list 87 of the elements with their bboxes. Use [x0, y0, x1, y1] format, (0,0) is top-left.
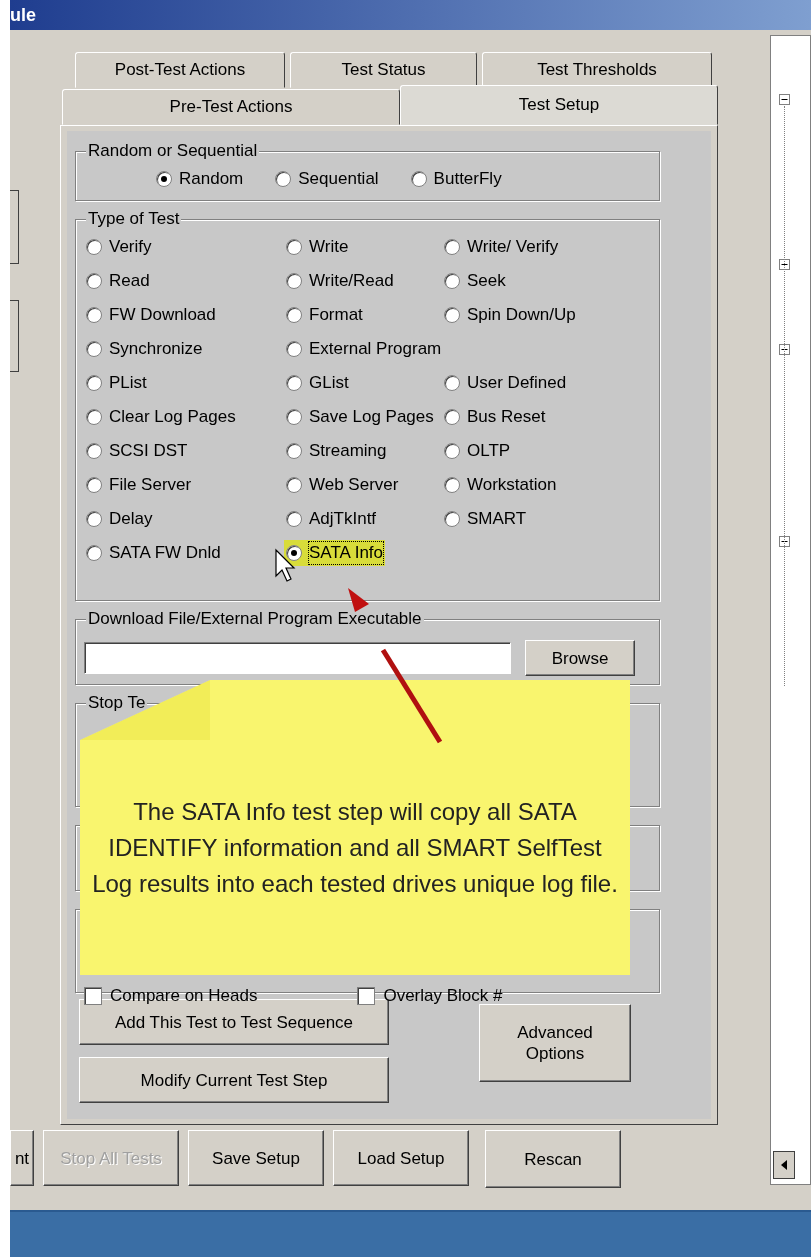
radio-button[interactable]: Synchronize [84, 336, 205, 362]
radio-button[interactable]: SCSI DST [84, 438, 190, 464]
partial-button[interactable] [10, 300, 19, 372]
radio-button[interactable]: OLTP [442, 438, 513, 464]
radio-button[interactable]: FW Download [84, 302, 218, 328]
radio-icon[interactable] [444, 375, 460, 391]
radio-icon[interactable] [156, 171, 172, 187]
radio-button[interactable]: Delay [84, 506, 155, 532]
radio-button[interactable]: Web Server [284, 472, 401, 498]
radio-button[interactable]: Clear Log Pages [84, 404, 238, 430]
radio-icon[interactable] [444, 443, 460, 459]
collapse-icon[interactable] [779, 94, 790, 105]
radio-icon[interactable] [86, 545, 102, 561]
radio-button[interactable]: User Defined [442, 370, 569, 396]
radio-button[interactable]: ButterFly [408, 166, 504, 192]
window-title: ule [10, 4, 36, 26]
radio-button[interactable]: SMART [442, 506, 529, 532]
tab[interactable]: Test Setup [400, 85, 718, 125]
group-title: Random or Sequential [86, 141, 260, 161]
radio-icon[interactable] [86, 409, 102, 425]
toolbar-button[interactable]: nt [10, 1130, 34, 1186]
radio-icon[interactable] [286, 307, 302, 323]
radio-button[interactable]: Write [284, 234, 351, 260]
radio-button[interactable]: Save Log Pages [284, 404, 436, 430]
partial-button[interactable] [10, 190, 19, 264]
collapse-icon[interactable] [779, 259, 790, 270]
radio-icon[interactable] [286, 477, 302, 493]
radio-button[interactable]: SATA FW Dnld [84, 540, 223, 566]
scroll-left-icon[interactable] [773, 1151, 795, 1179]
radio-icon[interactable] [286, 341, 302, 357]
radio-icon[interactable] [86, 477, 102, 493]
tab[interactable]: Test Thresholds [482, 52, 712, 88]
group-title: Download File/External Program Executable [86, 609, 424, 629]
radio-button[interactable]: Write/ Verify [442, 234, 561, 260]
modify-step-button[interactable]: Modify Current Test Step [79, 1057, 389, 1103]
radio-icon[interactable] [86, 511, 102, 527]
radio-button[interactable]: File Server [84, 472, 194, 498]
radio-icon[interactable] [86, 443, 102, 459]
radio-button[interactable]: Sequential [273, 166, 381, 192]
radio-icon[interactable] [286, 239, 302, 255]
radio-icon[interactable] [286, 443, 302, 459]
radio-button[interactable]: Format [284, 302, 365, 328]
advanced-options-button[interactable]: Advanced Options [479, 1004, 631, 1082]
radio-button[interactable]: Random [154, 166, 246, 192]
toolbar-button[interactable]: Save Setup [188, 1130, 324, 1186]
radio-icon[interactable] [444, 307, 460, 323]
radio-icon[interactable] [444, 511, 460, 527]
radio-button[interactable]: Write/Read [284, 268, 396, 294]
toolbar-button[interactable]: Rescan [485, 1130, 621, 1188]
radio-button[interactable]: Seek [442, 268, 508, 294]
collapse-icon[interactable] [779, 344, 790, 355]
file-path-field[interactable] [84, 642, 511, 674]
radio-icon[interactable] [86, 375, 102, 391]
tab[interactable]: Test Status [290, 52, 477, 88]
radio-icon[interactable] [86, 273, 102, 289]
radio-button[interactable]: SATA Info [284, 540, 386, 566]
radio-button[interactable]: Bus Reset [442, 404, 548, 430]
radio-icon[interactable] [286, 511, 302, 527]
radio-icon[interactable] [444, 239, 460, 255]
pointer-icon [275, 548, 296, 582]
radio-icon[interactable] [286, 545, 302, 561]
radio-button[interactable]: AdjTkIntf [284, 506, 379, 532]
radio-icon[interactable] [444, 273, 460, 289]
collapse-icon[interactable] [779, 536, 790, 547]
browse-button[interactable]: Browse [525, 640, 635, 676]
radio-button[interactable]: Read [84, 268, 152, 294]
radio-icon[interactable] [86, 341, 102, 357]
tab[interactable]: Post-Test Actions [75, 52, 285, 88]
radio-button[interactable]: GList [284, 370, 351, 396]
radio-icon[interactable] [286, 409, 302, 425]
radio-icon[interactable] [444, 477, 460, 493]
radio-icon[interactable] [286, 375, 302, 391]
radio-button[interactable]: External Program [284, 336, 444, 362]
radio-icon[interactable] [275, 171, 292, 187]
radio-button[interactable]: Verify [84, 234, 154, 260]
radio-button[interactable]: Streaming [284, 438, 389, 464]
radio-icon[interactable] [86, 239, 102, 255]
toolbar-button[interactable]: Load Setup [333, 1130, 469, 1186]
tab[interactable]: Pre-Test Actions [62, 89, 400, 125]
radio-button[interactable]: Workstation [442, 472, 559, 498]
radio-button[interactable]: Spin Down/Up [442, 302, 578, 328]
radio-button[interactable]: PList [84, 370, 149, 396]
callout-text: The SATA Info test step will copy all SATA IDENTIFY information and all SMART SelfTest Log results into each tested drives unique log file. [92, 796, 618, 899]
radio-icon[interactable] [444, 409, 460, 425]
radio-icon[interactable] [286, 273, 302, 289]
group-title: Type of Test [86, 209, 182, 229]
radio-icon[interactable] [86, 307, 102, 323]
